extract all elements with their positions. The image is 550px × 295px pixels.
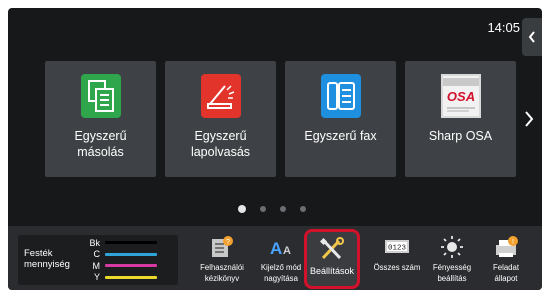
- shortcut-settings[interactable]: Beállítások: [304, 229, 360, 289]
- collapse-panel-tab[interactable]: [522, 18, 542, 56]
- tile-simple-fax[interactable]: Egyszerű fax: [285, 61, 396, 177]
- toner-row-magenta: M: [88, 260, 157, 272]
- chevron-right-icon: [525, 111, 534, 127]
- svg-text:A: A: [283, 245, 291, 257]
- clock: 14:05: [487, 20, 520, 35]
- toner-row-black: Bk: [88, 237, 157, 249]
- shortcut-user-manual[interactable]: ? Felhasználói kézikönyv: [192, 230, 252, 288]
- shortcut-label: Kijelző mód nagyítása: [260, 263, 302, 283]
- page-indicator: [238, 205, 306, 213]
- tile-simple-copy[interactable]: Egyszerű másolás: [45, 61, 156, 177]
- page-dot[interactable]: [238, 205, 246, 213]
- tile-label: Egyszerű fax: [304, 129, 377, 143]
- brightness-icon: [438, 234, 466, 260]
- toner-bar-cyan: [105, 252, 157, 256]
- osa-logo-icon: OSA: [438, 73, 484, 119]
- shortcut-total-count[interactable]: 0123 Összes szám: [367, 230, 427, 288]
- shortcut-label: Fényesség beállítás: [432, 263, 472, 283]
- chevron-left-icon: [528, 31, 535, 43]
- wrench-screwdriver-icon: [318, 236, 346, 262]
- counter-icon: 0123: [383, 234, 411, 260]
- toner-row-cyan: C: [88, 249, 157, 261]
- toner-label: Festék mennyiség: [24, 248, 70, 270]
- shortcut-label: Felhasználói kézikönyv: [200, 263, 244, 283]
- operation-panel: 14:05 Egyszerű másolás Egyszerű lapolvas…: [8, 8, 542, 290]
- toner-row-yellow: Y: [88, 272, 157, 284]
- tile-sharp-osa[interactable]: OSA Sharp OSA: [405, 61, 516, 177]
- shortcut-brightness[interactable]: Fényesség beállítás: [422, 230, 482, 288]
- job-status-icon: !: [492, 234, 520, 260]
- toner-bar-magenta: [105, 264, 157, 268]
- toner-bar-yellow: [105, 275, 157, 279]
- shortcut-label: Feladat állapot: [492, 263, 519, 283]
- toner-rows: Bk C M Y: [88, 237, 157, 283]
- svg-text:A: A: [270, 239, 282, 258]
- shortcut-label: Beállítások: [309, 266, 355, 276]
- page-dot[interactable]: [280, 206, 286, 212]
- page-dot[interactable]: [260, 206, 266, 212]
- fax-icon: [318, 73, 364, 119]
- page-dot[interactable]: [300, 206, 306, 212]
- tile-label: Egyszerű lapolvasás: [190, 129, 251, 159]
- svg-text:0123: 0123: [388, 245, 407, 253]
- shortcut-job-status[interactable]: ! Feladat állapot: [476, 230, 536, 288]
- svg-text:OSA: OSA: [446, 89, 474, 104]
- copy-icon: [78, 73, 124, 119]
- tile-label: Egyszerű másolás: [74, 129, 127, 159]
- tile-simple-scan[interactable]: Egyszerű lapolvasás: [165, 61, 276, 177]
- shortcut-label: Összes szám: [373, 263, 421, 272]
- toner-bar-black: [105, 241, 157, 245]
- home-tiles: Egyszerű másolás Egyszerű lapolvasás Egy…: [45, 61, 516, 177]
- svg-text:!: !: [512, 239, 514, 246]
- font-size-icon: A A: [267, 234, 295, 260]
- scan-icon: [198, 73, 244, 119]
- manual-icon: ?: [208, 234, 236, 260]
- next-page-arrow[interactable]: [522, 108, 536, 130]
- toner-level-panel[interactable]: Festék mennyiség Bk C M Y: [18, 235, 178, 285]
- bottom-bar: Festék mennyiség Bk C M Y ? Felhasználói…: [8, 226, 542, 290]
- shortcut-display-zoom[interactable]: A A Kijelző mód nagyítása: [251, 230, 311, 288]
- svg-text:?: ?: [226, 239, 230, 246]
- tile-label: Sharp OSA: [428, 129, 493, 143]
